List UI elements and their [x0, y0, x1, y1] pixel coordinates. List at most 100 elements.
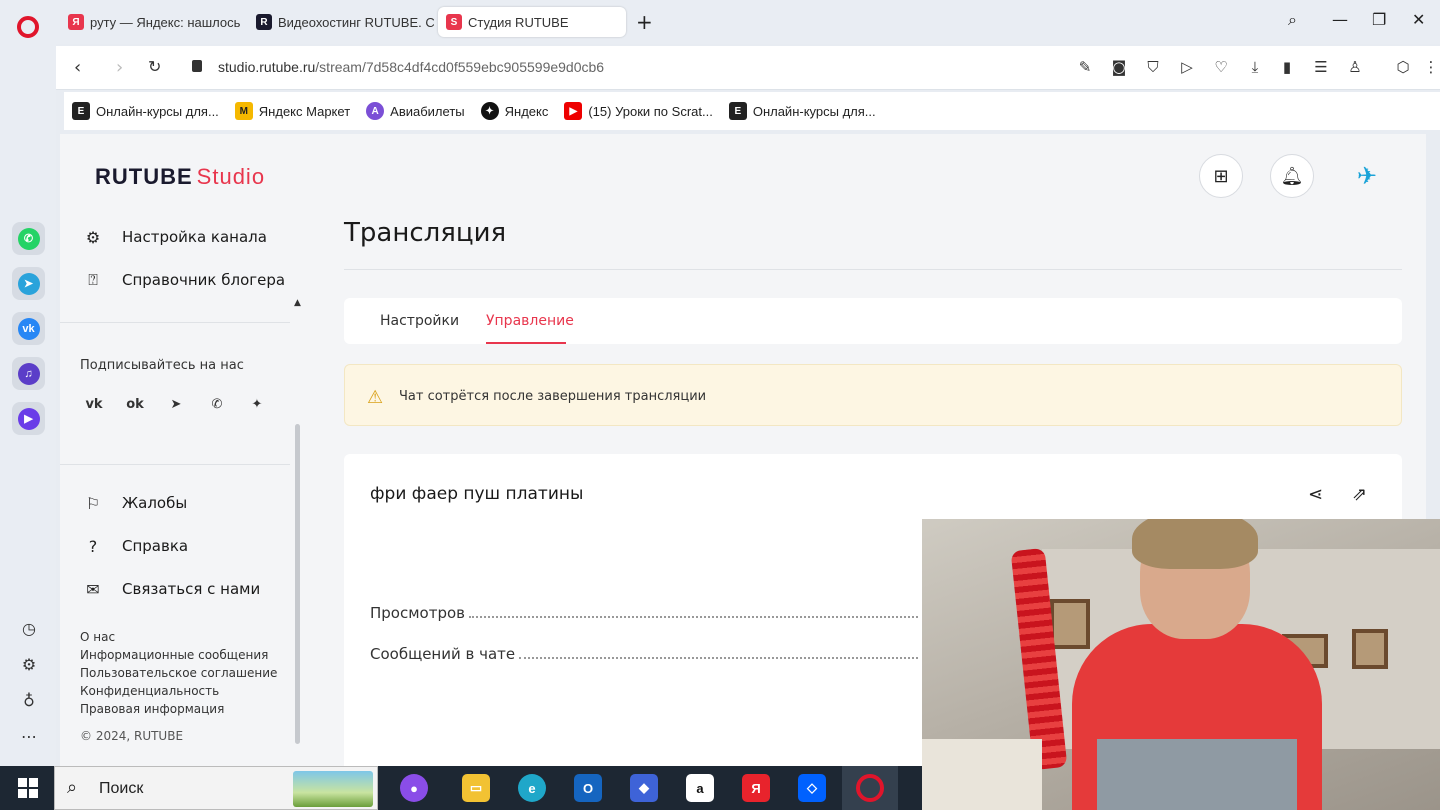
notifications-button[interactable]: 🔔︎ — [1270, 154, 1314, 198]
browser-menu-icon[interactable]: ⋮ — [1422, 58, 1440, 76]
bookmark-item[interactable]: ▶ (15) Уроки по Scrat... — [564, 102, 713, 120]
search-tabs-icon[interactable]: ⌕ — [1288, 10, 1297, 30]
sidebar-item-blogger-guide[interactable]: ⍰ Справочник блогера — [82, 269, 285, 291]
divider — [60, 322, 290, 323]
menu-icon[interactable]: ☰ — [1312, 58, 1330, 76]
taskbar-search[interactable]: ⌕ Поиск — [54, 766, 378, 810]
yandex-browser-icon[interactable]: Я — [742, 774, 770, 802]
close-icon[interactable]: ✕ — [1412, 10, 1425, 29]
shield-icon[interactable]: ⛉ — [1144, 58, 1162, 76]
footer-link-info[interactable]: Информационные сообщения — [80, 648, 268, 662]
footer-link-privacy[interactable]: Конфиденциальность — [80, 684, 219, 698]
dropbox-icon[interactable]: ◇ — [798, 774, 826, 802]
windows-start-icon[interactable] — [18, 778, 38, 798]
footer-link-legal[interactable]: Правовая информация — [80, 702, 224, 716]
sidebar-item-contact[interactable]: ✉ Связаться с нами — [82, 578, 260, 600]
history-icon[interactable]: ◷ — [18, 618, 40, 640]
bookmark-item[interactable]: M Яндекс Маркет — [234, 102, 350, 120]
share-icon[interactable]: ⋖ — [1308, 484, 1323, 505]
sidebar-item-channel-settings[interactable]: ⚙ Настройка канала — [82, 226, 267, 248]
search-label: Поиск — [99, 780, 144, 797]
amazon-icon[interactable]: a — [686, 774, 714, 802]
play-icon[interactable]: ▷ — [1178, 58, 1196, 76]
sidebar-scrollbar[interactable] — [295, 424, 300, 744]
tab-management[interactable]: Управление — [486, 313, 574, 329]
browser-tab-yandex[interactable]: Я руту — Яндекс: нашлось — [60, 7, 246, 37]
viber-social-icon[interactable]: ✆ — [203, 390, 231, 418]
extensions-icon[interactable]: ⬡ — [1394, 58, 1412, 76]
outlook-icon[interactable]: O — [574, 774, 602, 802]
vk-social-icon[interactable]: vk — [80, 390, 108, 418]
more-icon[interactable]: ⋯ — [18, 726, 40, 748]
divider — [344, 269, 1402, 270]
browser-tab-studio[interactable]: S Студия RUTUBE — [438, 7, 626, 37]
bookmark-label: Яндекс — [504, 103, 549, 119]
sidebar-item-label: Настройка канала — [122, 228, 267, 246]
bookmark-item[interactable]: A Авиабилеты — [366, 102, 465, 120]
vk-icon: vk — [17, 317, 40, 340]
ok-social-icon[interactable]: ok — [121, 390, 149, 418]
add-content-button[interactable]: ⊞ — [1199, 154, 1243, 198]
yandex-favicon-icon: Я — [68, 14, 84, 30]
back-icon[interactable]: ‹ — [74, 57, 81, 78]
battery-icon[interactable]: ▮ — [1278, 58, 1296, 76]
url-field[interactable]: studio.rutube.ru/stream/7d58c4df4cd0f559… — [218, 59, 604, 75]
flag-icon: ⚐ — [85, 493, 101, 513]
url-host: studio.rutube.ru — [218, 59, 316, 75]
rutube-studio-logo[interactable]: RUTUBE Studio — [95, 164, 265, 190]
avatar[interactable]: ✈ — [1347, 156, 1387, 196]
reload-icon[interactable]: ↻ — [148, 57, 161, 76]
logo-main: RUTUBE — [95, 164, 193, 189]
restore-icon[interactable]: ❐ — [1372, 10, 1386, 29]
camera-icon[interactable]: ◙ — [1110, 58, 1128, 76]
edge-icon[interactable]: e — [518, 774, 546, 802]
studio-header: RUTUBE Studio ⊞ 🔔︎ ✈ — [60, 134, 1426, 214]
new-tab-icon[interactable]: + — [636, 10, 653, 34]
forward-icon[interactable]: › — [116, 57, 123, 78]
footer-link-terms[interactable]: Пользовательское соглашение — [80, 666, 277, 680]
minimize-icon[interactable]: — — [1332, 10, 1348, 29]
music-app[interactable]: ♫ — [12, 357, 45, 390]
lock-icon — [192, 60, 202, 72]
tab-label: руту — Яндекс: нашлось — [90, 14, 241, 30]
edit-icon[interactable]: ✎ — [1076, 58, 1094, 76]
bookmark-market-icon: M — [234, 102, 253, 120]
external-link-icon[interactable]: ⇗ — [1352, 484, 1367, 505]
book-icon: ⍰ — [88, 270, 98, 289]
bookmark-label: Онлайн-курсы для... — [752, 103, 876, 119]
sidebar-item-label: Жалобы — [122, 494, 188, 512]
telegram-social-icon[interactable]: ➤ — [162, 390, 190, 418]
download-icon[interactable]: ⤓ — [1246, 58, 1264, 76]
tab-settings[interactable]: Настройки — [380, 313, 459, 329]
bookmark-item[interactable]: E Онлайн-курсы для... — [72, 102, 219, 120]
opera-taskbar-icon[interactable] — [856, 774, 884, 802]
bookmark-item[interactable]: E Онлайн-курсы для... — [728, 102, 876, 120]
file-explorer-icon[interactable]: ▭ — [462, 774, 490, 802]
follow-label: Подписывайтесь на нас — [80, 358, 244, 373]
profile-icon[interactable]: ♙ — [1346, 58, 1364, 76]
address-bar: ‹ › ↻ studio.rutube.ru/stream/7d58c4df4c… — [56, 46, 1440, 90]
opera-logo-icon[interactable] — [17, 16, 39, 38]
webcam-picture-frame — [1050, 599, 1090, 649]
heart-icon[interactable]: ♡ — [1212, 58, 1230, 76]
footer-link-about[interactable]: О нас — [80, 630, 115, 644]
zen-social-icon[interactable]: ✦ — [243, 390, 271, 418]
active-tab-indicator — [486, 342, 566, 344]
player-app[interactable]: ▶ — [12, 402, 45, 435]
sidebar-item-complaints[interactable]: ⚐ Жалобы — [82, 492, 187, 514]
stat-label: Сообщений в чате — [370, 645, 516, 663]
scroll-up-icon[interactable]: ▲ — [294, 298, 301, 308]
whatsapp-app[interactable]: ✆ — [12, 222, 45, 255]
browser-tab-rutube[interactable]: R Видеохостинг RUTUBE. Смотр — [248, 7, 434, 37]
telegram-app[interactable]: ➤ — [12, 267, 45, 300]
logo-studio: Studio — [196, 164, 266, 189]
vk-app[interactable]: vk — [12, 312, 45, 345]
chat-messages-stat: Сообщений в чате — [370, 645, 918, 663]
bookmark-label: Авиабилеты — [390, 103, 465, 119]
photos-icon[interactable]: ◆ — [630, 774, 658, 802]
alice-app-icon[interactable]: ● — [400, 774, 428, 802]
bookmark-item[interactable]: ✦ Яндекс — [480, 102, 549, 120]
tips-icon[interactable]: ♁ — [18, 690, 40, 712]
sidebar-item-help[interactable]: ? Справка — [82, 535, 188, 557]
settings-icon[interactable]: ⚙ — [18, 654, 40, 676]
